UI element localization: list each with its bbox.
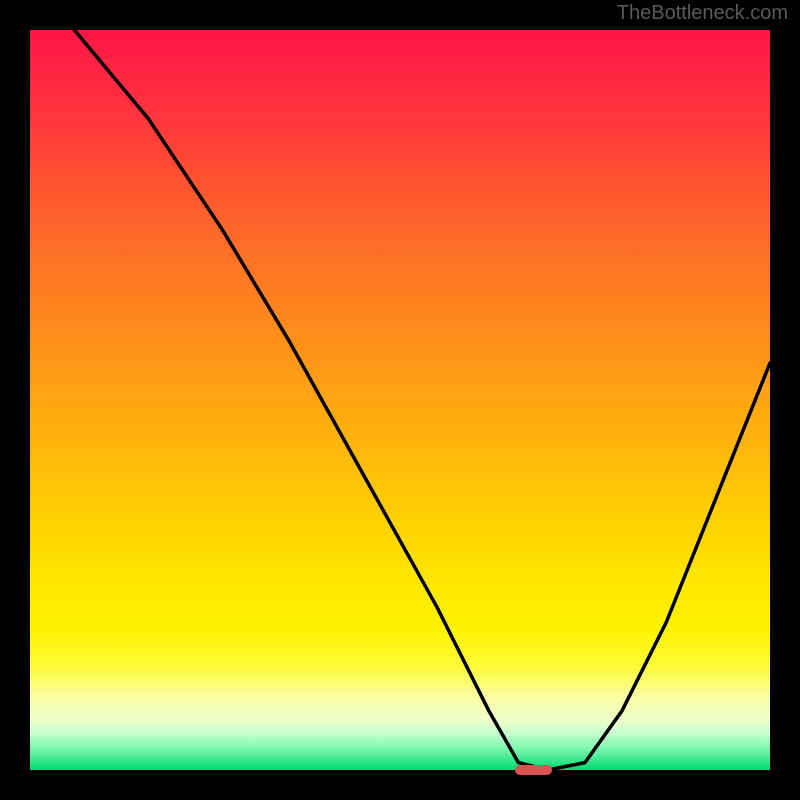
optimum-marker (515, 765, 552, 775)
bottleneck-curve (30, 30, 770, 770)
watermark-text: TheBottleneck.com (617, 2, 788, 25)
chart-plot-area (30, 30, 770, 770)
